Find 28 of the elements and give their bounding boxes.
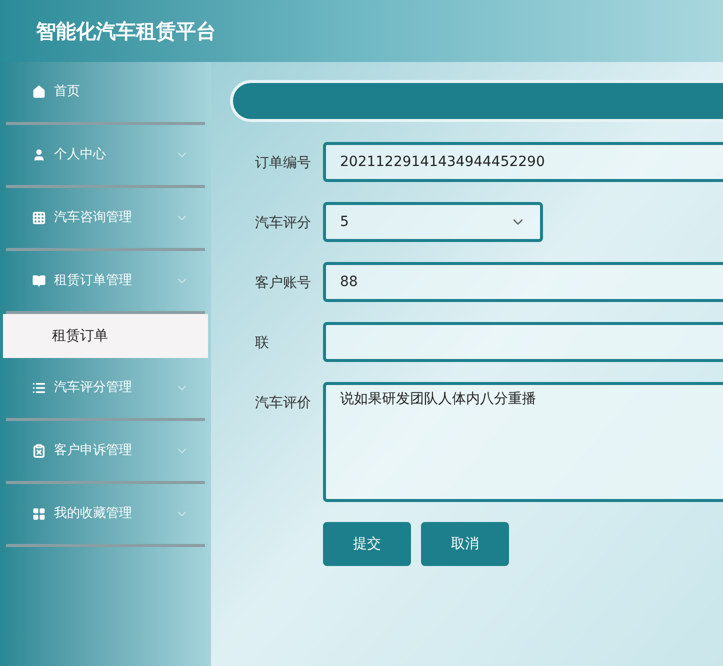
field-label: 订单编号 <box>255 154 312 173</box>
book-icon <box>32 274 46 288</box>
sidebar-menu-item[interactable]: 汽车咨询管理 <box>0 188 211 248</box>
sidebar-menu-item[interactable]: 个人中心 <box>0 125 211 185</box>
grid-icon <box>32 211 46 225</box>
list-icon <box>32 381 46 395</box>
sidebar-menu-item[interactable]: 汽车评分管理 <box>0 358 211 418</box>
sidebar-menu-item[interactable]: 我的收藏管理 <box>0 484 211 544</box>
user-icon <box>32 148 46 162</box>
clipboard-icon <box>32 444 46 458</box>
form-button[interactable]: 取消 <box>421 522 509 566</box>
tiles-icon <box>32 507 46 521</box>
app-title: 智能化汽车租赁平台 <box>36 18 216 45</box>
sidebar-menu-item[interactable]: 客户申诉管理 <box>0 421 211 481</box>
field-label: 汽车评价 <box>255 394 312 413</box>
select-field[interactable]: 5 <box>323 202 543 242</box>
home-icon <box>32 85 46 99</box>
text-field[interactable]: 88 <box>323 262 723 302</box>
form-button[interactable]: 提交 <box>323 522 411 566</box>
field-label: 联 <box>255 334 270 353</box>
sidebar-submenu-item[interactable]: 租赁订单 <box>3 314 208 358</box>
field-label: 客户账号 <box>255 274 312 293</box>
textarea-field[interactable]: 说如果研发团队人体内八分重播 <box>323 382 723 502</box>
text-field[interactable] <box>323 322 723 362</box>
field-label: 汽车评分 <box>255 214 312 233</box>
sidebar-menu-item[interactable]: 首页 <box>0 62 211 122</box>
text-field[interactable]: 20211229141434944452290 <box>323 142 723 182</box>
sidebar-menu-item[interactable]: 租赁订单管理 <box>0 251 211 311</box>
